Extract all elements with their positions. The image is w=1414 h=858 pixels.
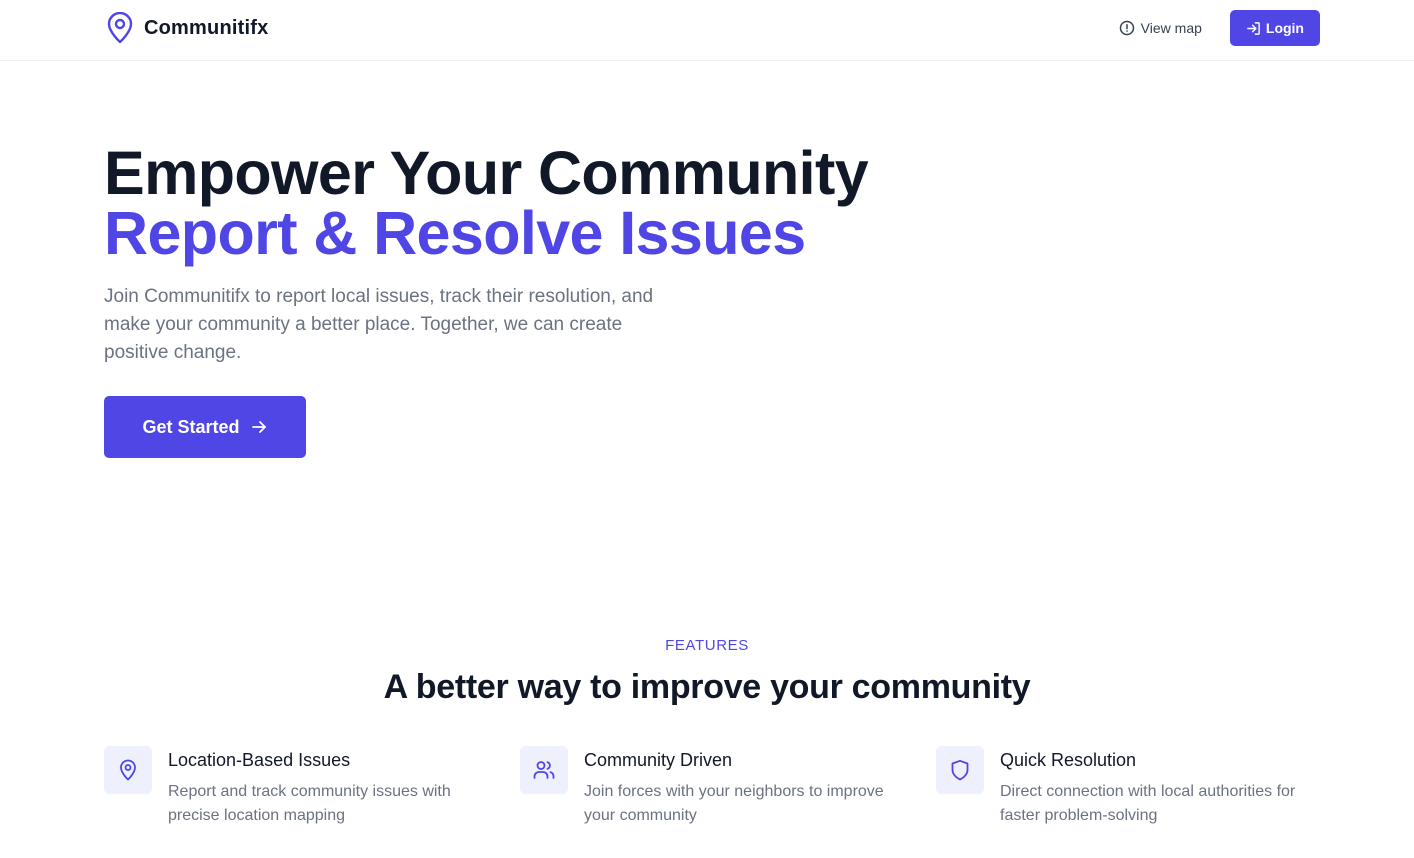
feature-text: Community Driven Join forces with your n… — [584, 746, 894, 828]
feature-text: Quick Resolution Direct connection with … — [1000, 746, 1310, 828]
feature-location-based-issues: Location-Based Issues Report and track c… — [104, 746, 484, 828]
nav-actions: View map Login — [1119, 10, 1320, 46]
features-eyebrow: FEATURES — [665, 637, 749, 654]
shield-icon — [951, 759, 969, 781]
arrow-right-icon — [251, 421, 266, 433]
feature-description: Direct connection with local authorities… — [1000, 783, 1296, 824]
feature-title: Location-Based Issues — [168, 750, 351, 770]
feature-quick-resolution: Quick Resolution Direct connection with … — [936, 746, 1316, 828]
feature-title: Quick Resolution — [1000, 750, 1137, 770]
feature-icon-box — [520, 746, 568, 794]
log-in-icon — [1247, 21, 1260, 35]
view-map-label: View map — [1140, 20, 1202, 36]
navbar: Communitifx View map Login — [0, 0, 1414, 61]
login-label: Login — [1265, 20, 1304, 36]
feature-title: Community Driven — [584, 750, 733, 770]
login-button[interactable]: Login — [1229, 10, 1320, 46]
get-started-button[interactable]: Get Started — [104, 396, 306, 458]
hero-title-line2: Report & Resolve Issues — [104, 199, 806, 267]
feature-icon-box — [104, 746, 152, 794]
feature-community-driven: Community Driven Join forces with your n… — [520, 746, 900, 828]
feature-description: Report and track community issues with p… — [168, 783, 451, 824]
feature-text: Location-Based Issues Report and track c… — [168, 746, 478, 828]
hero-title: Empower Your Community Report & Resolve … — [104, 139, 869, 267]
users-icon — [533, 761, 555, 779]
hero-description: Join Communitifx to report local issues,… — [104, 286, 654, 363]
feature-description: Join forces with your neighbors to impro… — [584, 783, 884, 824]
features-title: A better way to improve your community — [383, 668, 1031, 706]
hero-section: Empower Your Community Report & Resolve … — [104, 139, 869, 367]
hero-title-line1: Empower Your Community — [104, 139, 869, 207]
alert-circle-icon — [1119, 20, 1134, 36]
feature-icon-box — [936, 746, 984, 794]
map-pin-icon — [120, 759, 136, 781]
map-pin-icon — [107, 12, 133, 44]
brand-name: Communitifx — [144, 16, 269, 39]
get-started-label: Get Started — [142, 416, 240, 437]
brand-link[interactable]: Communitifx — [106, 12, 268, 44]
view-map-button[interactable]: View map — [1119, 20, 1202, 36]
